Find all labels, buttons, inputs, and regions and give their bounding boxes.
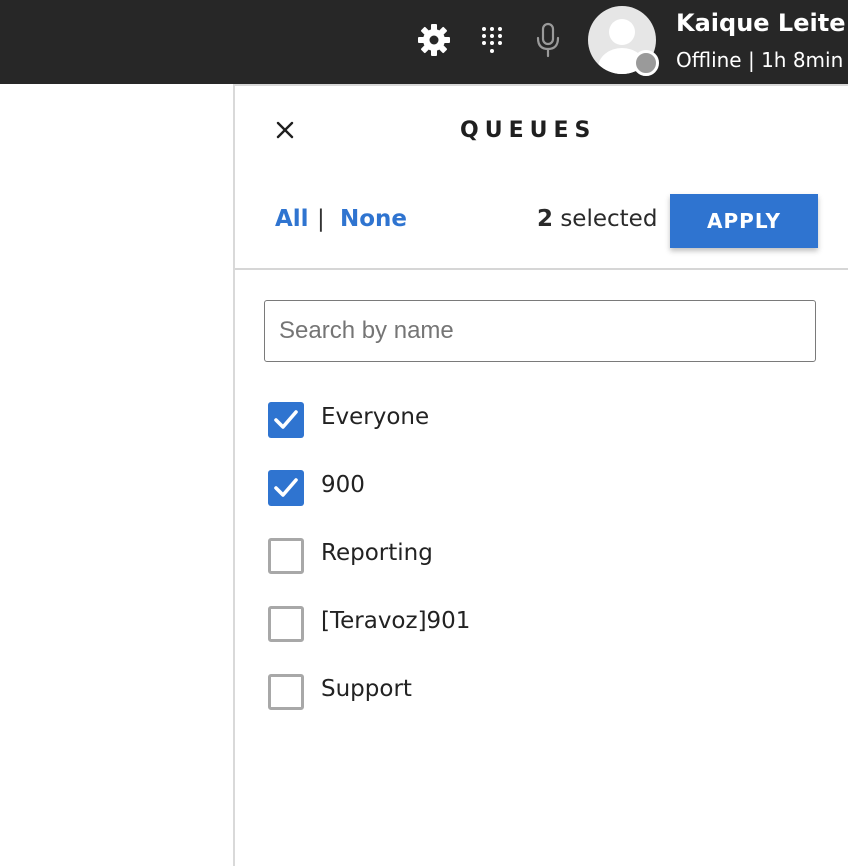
queue-item[interactable]: [Teravoz]901 [268, 606, 828, 642]
selected-count: 2 [537, 206, 554, 232]
selected-suffix: selected [553, 206, 658, 232]
close-icon[interactable] [275, 120, 295, 140]
queue-label: Reporting [321, 540, 433, 566]
search-input[interactable] [264, 300, 816, 362]
checkbox-unchecked[interactable] [268, 674, 304, 710]
checkmark-icon [274, 410, 298, 429]
queue-item[interactable]: 900 [268, 470, 828, 506]
status-indicator [633, 50, 659, 76]
select-none-link[interactable]: None [340, 206, 407, 232]
user-name: Kaique Leite [676, 9, 846, 37]
panel-title: QUEUES [460, 118, 597, 143]
microphone-icon[interactable] [535, 22, 561, 58]
link-separator: | [317, 206, 325, 232]
checkbox-checked[interactable] [268, 402, 304, 438]
checkbox-unchecked[interactable] [268, 606, 304, 642]
queue-item[interactable]: Reporting [268, 538, 828, 574]
select-all-link[interactable]: All [275, 206, 309, 232]
checkbox-checked[interactable] [268, 470, 304, 506]
apply-button[interactable]: APPLY [670, 194, 818, 248]
queue-label: Support [321, 676, 412, 702]
checkmark-icon [274, 478, 298, 497]
top-bar: Kaique Leite Offline | 1h 8min [0, 0, 848, 84]
queue-label: Everyone [321, 404, 430, 430]
queue-item[interactable]: Everyone [268, 402, 828, 438]
queue-item[interactable]: Support [268, 674, 828, 710]
dialpad-icon[interactable] [480, 25, 504, 55]
user-status: Offline | 1h 8min [676, 48, 844, 72]
gear-icon[interactable] [417, 23, 451, 57]
queue-label: [Teravoz]901 [321, 608, 471, 634]
selected-count-label: 2 selected [537, 206, 657, 232]
checkbox-unchecked[interactable] [268, 538, 304, 574]
queue-label: 900 [321, 472, 365, 498]
divider [235, 268, 848, 270]
main-content-area [0, 84, 233, 866]
